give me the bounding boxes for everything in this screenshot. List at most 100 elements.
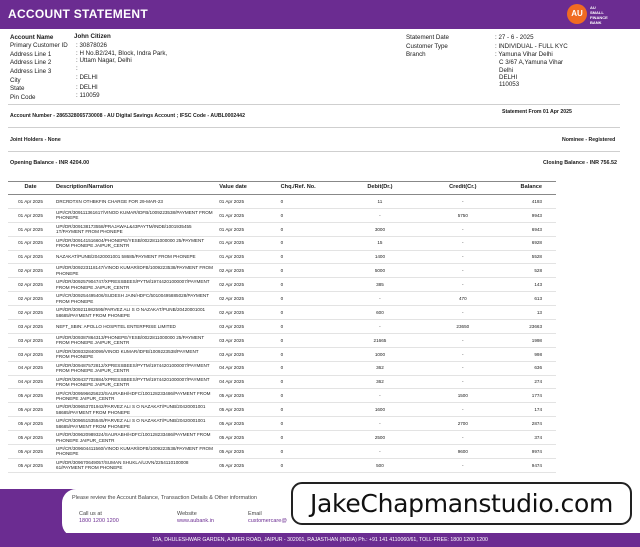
row-balance: 5528: [502, 250, 556, 265]
row-value-date: 04 Apr 2025: [216, 375, 278, 390]
row-balance: 9474: [502, 458, 556, 473]
row-balance: 636: [502, 361, 556, 376]
row-ref: 0: [277, 291, 337, 307]
table-row: 05 Apr 2025 UPI/CR/309604411560/VINOD KUM…: [8, 444, 556, 459]
city-value: : DELHI: [76, 74, 98, 81]
row-debit: 1400: [336, 250, 423, 265]
row-ref: 0: [277, 250, 337, 265]
row-date: 05 Apr 2025: [8, 416, 54, 432]
row-date: 05 Apr 2025: [8, 402, 54, 418]
row-credit: -: [422, 430, 503, 446]
footer-address-strip: 19A, DHULESHWAR GARDEN, AJMER ROAD, JAIP…: [0, 533, 640, 547]
row-date: 01 Apr 2025: [8, 236, 54, 251]
row-ref: 0: [277, 430, 337, 446]
table-row: 05 Apr 2025 UPI/CR/309596625623/SAURABH/H…: [8, 388, 556, 404]
row-balance: 1774: [502, 388, 556, 404]
row-value-date: 05 Apr 2025: [216, 416, 278, 432]
row-description: NEFT_SBIN: APOLLO HOSPITEL ENTERPRISE LI…: [53, 319, 217, 334]
row-date: 01 Apr 2025: [8, 194, 54, 209]
address2-label: Address Line 2: [10, 59, 52, 66]
col-value-date-header: Value date: [216, 181, 278, 195]
row-description: DRCRDTXN OTHBKFIN CHARGE FOR 29-MAR-23: [53, 194, 217, 209]
call-label: Call us at: [79, 511, 102, 517]
customer-id-label: Primary Customer ID: [10, 42, 68, 49]
row-description: UPI/DR/309670649057/SUMAN SHUKLA/UJVN/22…: [53, 458, 217, 473]
joint-holders: Joint Holders - None: [10, 137, 61, 143]
customer-type-label: Customer Type: [406, 43, 448, 50]
row-debit: 5000: [336, 263, 423, 279]
opening-balance: Opening Balance - INR 4204.00: [10, 160, 90, 166]
row-debit: 1000: [336, 347, 423, 362]
row-ref: 0: [277, 222, 337, 237]
row-value-date: 01 Apr 2025: [216, 194, 278, 209]
row-balance: 9974: [502, 444, 556, 459]
row-description: UPI/DR/309223118147/VINOD KUMAR/IDFB/100…: [53, 263, 217, 279]
row-ref: 0: [277, 208, 337, 223]
row-date: 02 Apr 2025: [8, 291, 54, 307]
row-ref: 0: [277, 361, 337, 376]
account-name-value: John Citizen: [74, 33, 111, 40]
row-balance: 1998: [502, 333, 556, 348]
row-ref: 0: [277, 277, 337, 293]
row-credit: -: [422, 333, 503, 348]
table-row: 02 Apr 2025 UPI/CR/309254495406/SUDESH JA…: [8, 291, 556, 307]
row-date: 03 Apr 2025: [8, 319, 54, 334]
row-value-date: 03 Apr 2025: [216, 333, 278, 348]
row-description: UPI/CR/309111361617/VINOD KUMAR/IDFB/100…: [53, 208, 217, 223]
row-value-date: 02 Apr 2025: [216, 277, 278, 293]
row-date: 04 Apr 2025: [8, 375, 54, 390]
logo-line: BANK: [590, 20, 602, 25]
row-balance: 4193: [502, 194, 556, 209]
row-date: 01 Apr 2025: [8, 222, 54, 237]
table-row: 01 Apr 2025 NAZAKAT/PUNB/20420001001 5868…: [8, 250, 556, 265]
row-description: UPI/DR/309257904747/XPRESSBEES/PYTM/1974…: [53, 277, 217, 293]
row-date: 04 Apr 2025: [8, 361, 54, 376]
col-description-header: Description/Narration: [53, 181, 217, 195]
row-date: 05 Apr 2025: [8, 458, 54, 473]
row-ref: 0: [277, 236, 337, 251]
row-debit: -: [336, 208, 423, 223]
row-debit: 21665: [336, 333, 423, 348]
table-row: 04 Apr 2025 UPI/DR/309487572812/XPRESSBEE…: [8, 361, 556, 376]
row-debit: -: [336, 319, 423, 334]
row-ref: 0: [277, 263, 337, 279]
row-credit: 23650: [422, 319, 503, 334]
table-row: 01 Apr 2025 UPI/DR/309141516604/PHONEPE/Y…: [8, 236, 556, 251]
review-note: Please review the Account Balance, Trans…: [72, 495, 257, 501]
closing-balance: Closing Balance - INR 756.52: [543, 160, 617, 166]
bank-logo-text: AU SMALL FINANCE BANK: [590, 5, 630, 25]
email-link[interactable]: customercare@: [248, 518, 287, 524]
branch-line: : Yamuna Vihar Delhi: [495, 51, 553, 58]
website-link[interactable]: www.aubank.in: [177, 518, 214, 524]
pin-label: Pin Code: [10, 94, 36, 101]
row-credit: -: [422, 222, 503, 237]
row-date: 03 Apr 2025: [8, 347, 54, 362]
row-value-date: 03 Apr 2025: [216, 319, 278, 334]
statement-date-value: : 27 - 6 - 2025: [495, 34, 534, 41]
row-debit: 500: [336, 458, 423, 473]
row-balance: 613: [502, 291, 556, 307]
row-credit: -: [422, 347, 503, 362]
city-label: City: [10, 77, 21, 84]
row-value-date: 05 Apr 2025: [216, 388, 278, 404]
row-debit: 11: [336, 194, 423, 209]
branch-label: Branch: [406, 51, 426, 58]
transactions-body: 01 Apr 2025 DRCRDTXN OTHBKFIN CHARGE FOR …: [8, 194, 556, 473]
row-date: 01 Apr 2025: [8, 250, 54, 265]
row-credit: 9600: [422, 444, 503, 459]
row-ref: 0: [277, 333, 337, 348]
divider: [8, 127, 620, 128]
row-value-date: 02 Apr 2025: [216, 263, 278, 279]
row-balance: 274: [502, 375, 556, 390]
divider: [8, 151, 620, 152]
row-debit: 362: [336, 375, 423, 390]
row-ref: 0: [277, 305, 337, 321]
bank-logo-icon: AU: [567, 4, 587, 24]
row-value-date: 01 Apr 2025: [216, 250, 278, 265]
row-ref: 0: [277, 347, 337, 362]
row-debit: -: [336, 291, 423, 307]
row-ref: 0: [277, 402, 337, 418]
row-credit: 470: [422, 291, 503, 307]
table-row: 05 Apr 2025 UPI/DR/309653701942/PARVEZ AL…: [8, 402, 556, 418]
row-credit: 5750: [422, 208, 503, 223]
